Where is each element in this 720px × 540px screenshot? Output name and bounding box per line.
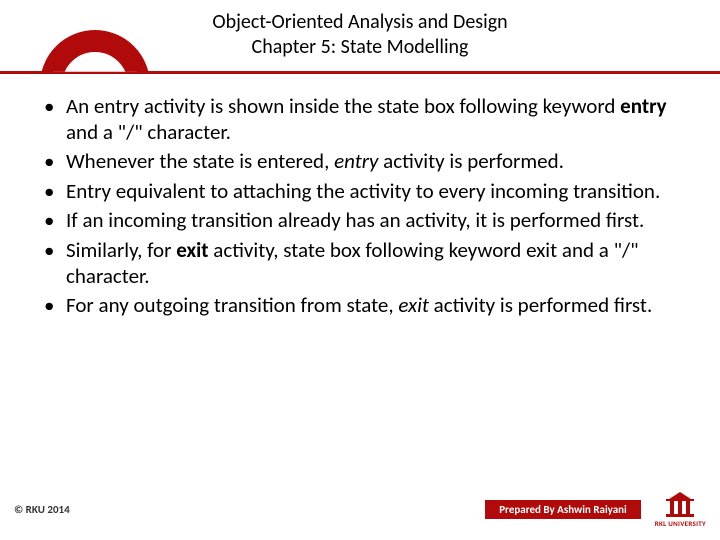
slide-body: An entry activity is shown inside the st… <box>0 86 720 319</box>
list-item: If an incoming transition already has an… <box>44 208 676 234</box>
slide-footer: © RKU 2014 Prepared By Ashwin Raiyani RK… <box>0 490 720 528</box>
list-item: Whenever the state is entered, entry act… <box>44 149 676 175</box>
list-item: Entry equivalent to attaching the activi… <box>44 179 676 205</box>
prepared-by-text: Prepared By Ashwin Raiyani <box>485 500 641 519</box>
list-item: For any outgoing transition from state, … <box>44 293 676 319</box>
title-line-1: Object-Oriented Analysis and Design <box>20 10 700 35</box>
bullet-list: An entry activity is shown inside the st… <box>44 94 676 319</box>
logo-text: RKL UNIVERSITY <box>655 519 706 528</box>
university-logo: RKL UNIVERSITY <box>655 490 706 528</box>
list-item: Similarly, for exit activity, state box … <box>44 238 676 289</box>
header-divider <box>0 64 720 80</box>
logo-building-icon <box>662 490 698 518</box>
copyright-text: © RKU 2014 <box>14 503 70 516</box>
list-item: An entry activity is shown inside the st… <box>44 94 676 145</box>
